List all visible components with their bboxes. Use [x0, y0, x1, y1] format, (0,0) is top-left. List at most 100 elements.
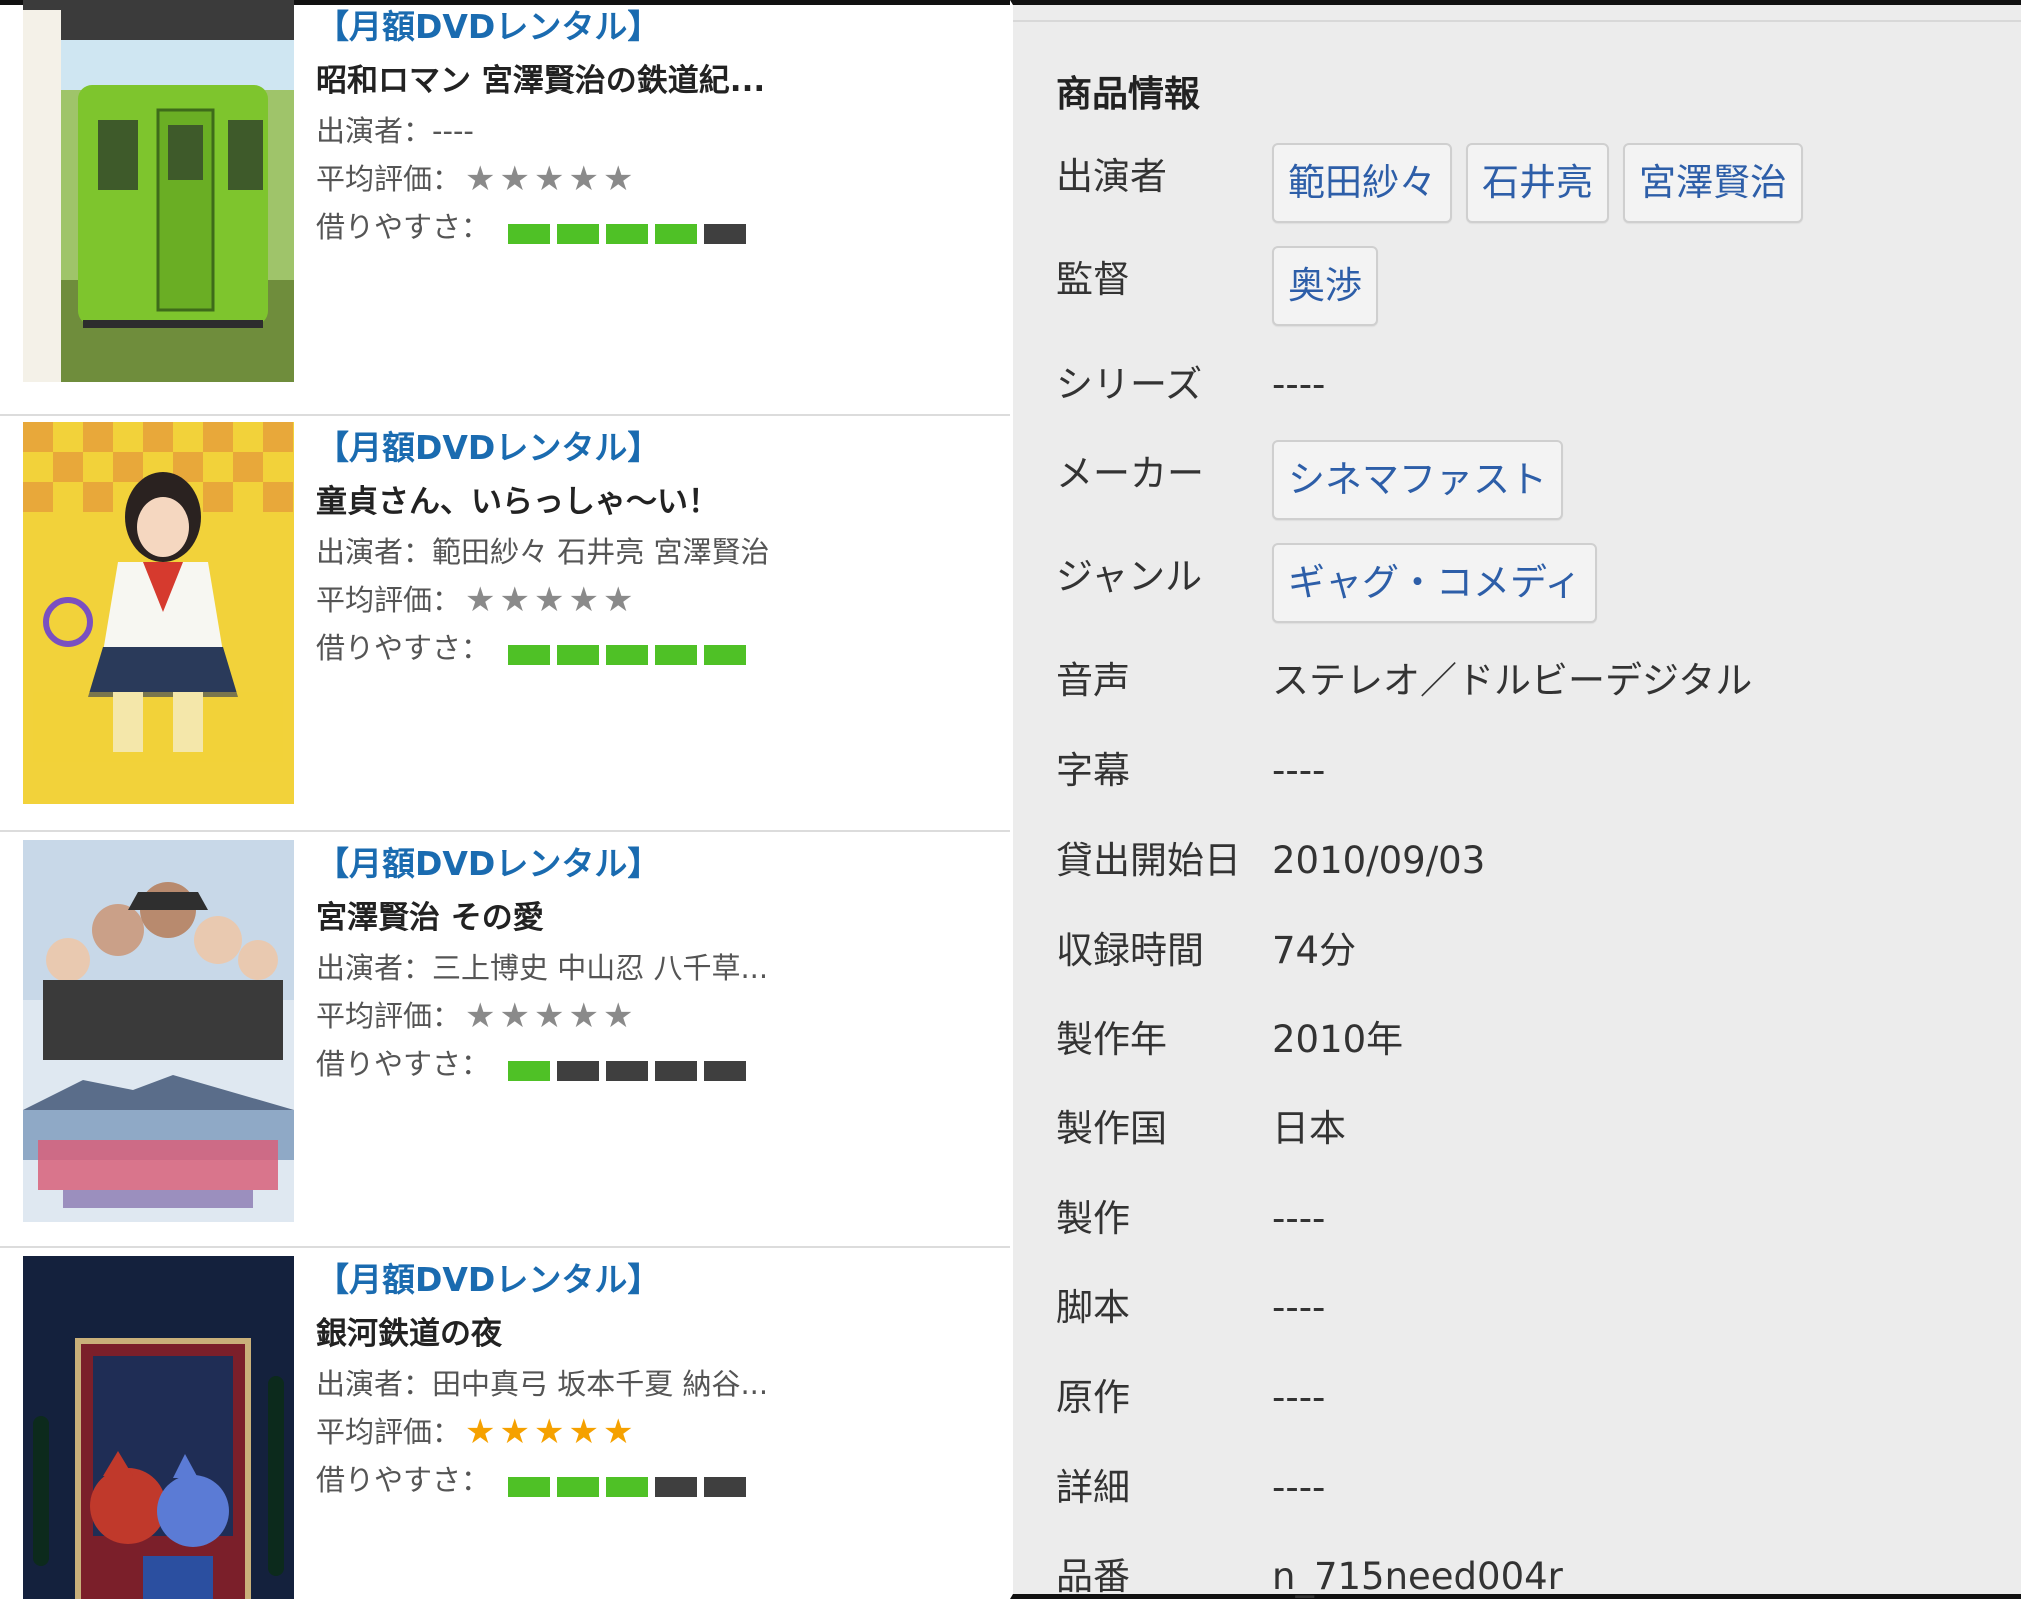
tag-chip[interactable]: シネマファスト	[1272, 440, 1563, 520]
star-icon: ★	[499, 580, 530, 620]
star-icon: ★	[568, 1412, 599, 1452]
ease-bar	[655, 645, 698, 665]
screenplay-detail-row: 脚本 ----	[1056, 1282, 1996, 1334]
detail-value: ----	[1272, 1466, 1326, 1509]
ease-bar	[655, 1061, 698, 1081]
cast-row: 出演者： 田中真弓 坂本千夏 納谷...	[316, 1364, 996, 1404]
tag-chip[interactable]: 宮澤賢治	[1623, 143, 1803, 223]
cover-image[interactable]	[23, 0, 294, 382]
detail-detail-row: 詳細 ----	[1056, 1462, 1996, 1514]
tag-chip[interactable]: ギャグ・コメディ	[1272, 543, 1598, 623]
rating-row: 平均評価： ★ ★ ★ ★ ★	[316, 159, 996, 199]
product-info-panel: 商品情報 出演者 範田紗々 石井亮 宮澤賢治 監督 奥渉 シリーズ ---- メーカ…	[1010, 0, 2021, 1599]
detail-label: ジャンル	[1056, 555, 1203, 598]
cast-value: 範田紗々 石井亮 宮澤賢治	[432, 535, 770, 569]
ease-bar	[606, 1477, 649, 1497]
ease-bar	[655, 1477, 698, 1497]
rental-list: 【月額DVDレンタル】 昭和ロマン 宮澤賢治の鉄道紀... 出演者： ---- …	[0, 0, 1010, 1599]
star-icon: ★	[499, 996, 530, 1036]
detail-label: 製作国	[1056, 1107, 1167, 1150]
cast-label: 出演者：	[316, 1367, 433, 1401]
ease-row: 借りやすさ：	[316, 1044, 996, 1084]
tag-chip[interactable]: 奥渉	[1272, 246, 1378, 326]
original-detail-row: 原作 ----	[1056, 1372, 1996, 1424]
list-item[interactable]: 【月額DVDレンタル】 銀河鉄道の夜 出演者： 田中真弓 坂本千夏 納谷... …	[0, 1248, 1010, 1599]
rating-label: 平均評価：	[316, 162, 462, 196]
list-item[interactable]: 【月額DVDレンタル】 童貞さん、いらっしゃ〜い！ 出演者： 範田紗々 石井亮 …	[0, 416, 1010, 832]
detail-label: 品番	[1056, 1555, 1130, 1598]
ease-bar	[704, 1061, 747, 1081]
list-item[interactable]: 【月額DVDレンタル】 宮澤賢治 その愛 出演者： 三上博史 中山忍 八千草..…	[0, 832, 1010, 1248]
star-icon: ★	[533, 996, 565, 1036]
star-icon: ★	[533, 159, 565, 199]
item-title[interactable]: 昭和ロマン 宮澤賢治の鉄道紀...	[316, 59, 996, 103]
series-detail-row: シリーズ ----	[1056, 359, 1996, 411]
ease-bar	[508, 224, 551, 244]
year-detail-row: 製作年 2010年	[1056, 1014, 1996, 1066]
detail-label: 製作年	[1056, 1018, 1167, 1061]
rating-stars: ★ ★ ★ ★ ★	[465, 580, 633, 620]
detail-value: 74分	[1272, 929, 1357, 972]
release-detail-row: 貸出開始日 2010/09/03	[1056, 835, 1996, 887]
ease-bar	[704, 645, 747, 665]
ease-row: 借りやすさ：	[316, 207, 996, 247]
ease-row: 借りやすさ：	[316, 628, 996, 668]
detail-value: ----	[1272, 1197, 1326, 1240]
cover-image[interactable]	[23, 422, 294, 804]
anime-cover-art	[23, 1256, 294, 1599]
rating-label: 平均評価：	[316, 1415, 462, 1449]
ease-bars	[508, 1061, 747, 1081]
item-title[interactable]: 童貞さん、いらっしゃ〜い！	[316, 480, 996, 524]
star-icon: ★	[602, 996, 634, 1036]
drama-cover-art	[23, 840, 294, 1222]
item-category[interactable]: 【月額DVDレンタル】	[316, 426, 996, 470]
cast-row: 出演者： 三上博史 中山忍 八千草...	[316, 948, 996, 988]
subtitle-detail-row: 字幕 ----	[1056, 745, 1996, 797]
item-category[interactable]: 【月額DVDレンタル】	[316, 842, 996, 886]
tag-chip[interactable]: 石井亮	[1466, 143, 1609, 223]
detail-value: 2010年	[1272, 1018, 1404, 1061]
item-title[interactable]: 宮澤賢治 その愛	[316, 896, 996, 940]
rating-label: 平均評価：	[316, 999, 462, 1033]
ease-bar	[508, 1061, 551, 1081]
product-number-row: 品番 n_715need004r	[1056, 1551, 1996, 1599]
star-icon: ★	[499, 159, 530, 199]
rating-stars: ★ ★ ★ ★ ★	[465, 996, 633, 1036]
comedy-cover-art	[23, 422, 294, 804]
ease-bar	[606, 224, 649, 244]
director-chips: 奥渉	[1272, 246, 1378, 326]
ease-bar	[704, 224, 747, 244]
star-icon: ★	[499, 1412, 530, 1452]
cast-value: ----	[432, 114, 474, 148]
ease-bar	[557, 645, 600, 665]
detail-value: 2010/09/03	[1272, 839, 1486, 882]
section-heading: 商品情報	[1056, 74, 1201, 115]
detail-label: 出演者	[1056, 155, 1167, 198]
cover-image[interactable]	[23, 840, 294, 1222]
ease-bar	[557, 1061, 600, 1081]
list-item[interactable]: 【月額DVDレンタル】 昭和ロマン 宮澤賢治の鉄道紀... 出演者： ---- …	[0, 0, 1010, 416]
item-title[interactable]: 銀河鉄道の夜	[316, 1312, 996, 1356]
cast-label: 出演者：	[316, 951, 433, 985]
star-icon: ★	[602, 1412, 634, 1452]
train-cover-art	[23, 0, 294, 382]
star-icon: ★	[602, 580, 634, 620]
detail-value: ----	[1272, 1286, 1326, 1329]
item-category[interactable]: 【月額DVDレンタル】	[316, 1258, 996, 1302]
star-icon: ★	[568, 159, 599, 199]
detail-label: 音声	[1056, 659, 1130, 702]
detail-label: 原作	[1056, 1376, 1130, 1419]
audio-detail-row: 音声 ステレオ／ドルビーデジタル	[1056, 655, 1996, 707]
ease-label: 借りやすさ：	[316, 1047, 491, 1081]
cast-row: 出演者： 範田紗々 石井亮 宮澤賢治	[316, 532, 996, 572]
ease-bar	[508, 1477, 551, 1497]
divider	[1013, 20, 2021, 22]
star-icon: ★	[465, 996, 496, 1036]
cover-image[interactable]	[23, 1256, 294, 1599]
star-icon: ★	[465, 1412, 496, 1452]
detail-value: ----	[1272, 363, 1326, 406]
item-category[interactable]: 【月額DVDレンタル】	[316, 5, 996, 49]
production-detail-row: 製作 ----	[1056, 1193, 1996, 1245]
rating-row: 平均評価： ★ ★ ★ ★ ★	[316, 580, 996, 620]
tag-chip[interactable]: 範田紗々	[1272, 143, 1452, 223]
